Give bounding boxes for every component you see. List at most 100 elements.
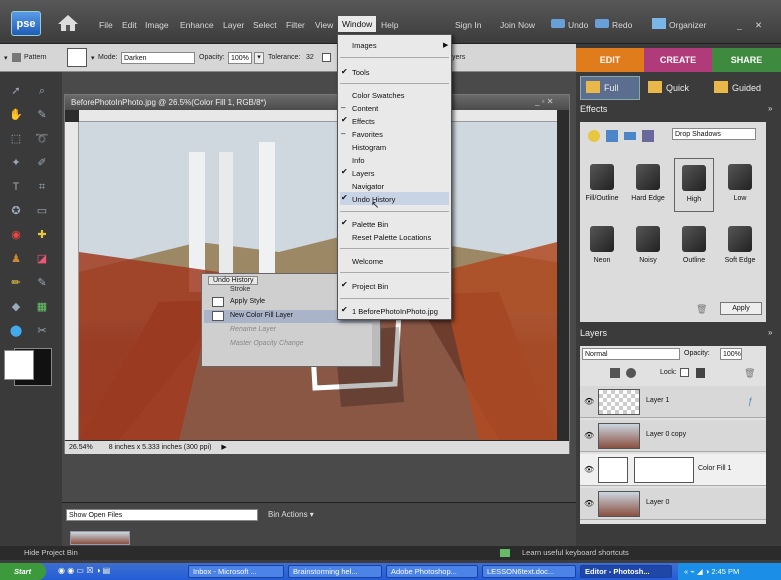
menu-layer[interactable]: Layer: [223, 20, 244, 30]
layer-row-selected[interactable]: 👁 Color Fill 1: [580, 454, 766, 486]
layer-name[interactable]: Layer 0: [646, 499, 669, 506]
task-brainstorming[interactable]: Brainstorming hel...: [288, 565, 382, 578]
redo-button[interactable]: Redo: [612, 20, 632, 30]
crop-tool-icon[interactable]: ⌗: [34, 180, 50, 194]
home-icon[interactable]: [57, 13, 79, 33]
status-arrow-icon[interactable]: ▶: [221, 444, 226, 451]
healing-brush-icon[interactable]: ✚: [34, 228, 50, 242]
redo-icon[interactable]: [595, 19, 609, 28]
history-row-apply-style[interactable]: Apply Style: [230, 298, 265, 305]
delete-layer-icon[interactable]: 🗑: [744, 368, 755, 379]
blend-mode-select[interactable]: Normal: [582, 348, 680, 360]
filters-icon[interactable]: [606, 130, 618, 142]
menu-filter[interactable]: Filter: [286, 20, 305, 30]
foreground-color-swatch[interactable]: [4, 350, 34, 380]
show-open-files-select[interactable]: Show Open Files: [66, 509, 258, 521]
doc-window-controls[interactable]: _ ▫ ✕: [535, 97, 553, 106]
menu-window[interactable]: Window: [338, 16, 376, 32]
eyedropper-icon[interactable]: ✎: [34, 108, 50, 122]
menu-images[interactable]: Images: [352, 41, 377, 50]
effects-header[interactable]: Effects: [580, 104, 607, 114]
close-button[interactable]: ✕: [755, 20, 762, 31]
effect-soft-edge[interactable]: Soft Edge: [720, 226, 760, 264]
layer-styles-icon[interactable]: [588, 130, 600, 142]
menu-palette-bin[interactable]: Palette Bin: [352, 220, 388, 229]
tolerance-value[interactable]: 32: [306, 54, 314, 61]
type-tool-icon[interactable]: T: [8, 180, 24, 194]
zoom-tool-icon[interactable]: ⌕: [34, 84, 50, 98]
menu-navigator[interactable]: Navigator: [352, 182, 384, 191]
quick-launch-icons[interactable]: ◉ ◉ ▭ ☒ ◑ ▤: [58, 566, 154, 577]
open-file-thumbnail[interactable]: [70, 531, 130, 545]
bin-actions-menu[interactable]: Bin Actions ▾: [268, 510, 314, 519]
menu-histogram[interactable]: Histogram: [352, 143, 386, 152]
eye-icon[interactable]: 👁: [584, 465, 594, 474]
history-row-master-opacity[interactable]: Master Opacity Change: [230, 340, 304, 347]
effect-neon[interactable]: Neon: [582, 226, 622, 264]
effect-high[interactable]: High: [674, 158, 714, 212]
menu-color-swatches[interactable]: Color Swatches: [352, 91, 405, 100]
history-row-stroke[interactable]: Stroke: [230, 286, 250, 293]
join-now-link[interactable]: Join Now: [500, 20, 535, 30]
effect-low[interactable]: Low: [720, 164, 760, 202]
undo-button[interactable]: Undo: [568, 20, 588, 30]
clone-stamp-icon[interactable]: ♟: [8, 252, 24, 266]
layer-name[interactable]: Layer 0 copy: [646, 431, 686, 438]
history-row-rename-layer[interactable]: Rename Layer: [230, 326, 276, 333]
menu-edit[interactable]: Edit: [122, 20, 137, 30]
tab-edit[interactable]: EDIT: [576, 48, 644, 72]
layers-header[interactable]: Layers: [580, 328, 607, 338]
photo-effects-icon[interactable]: [624, 132, 636, 140]
mode-select[interactable]: Darken: [121, 52, 195, 64]
move-tool-icon[interactable]: ➚: [8, 84, 24, 98]
effect-fill-outline[interactable]: Fill/Outline: [582, 164, 622, 202]
checkbox[interactable]: [322, 53, 331, 62]
apply-button[interactable]: Apply: [720, 302, 762, 315]
organizer-icon[interactable]: [652, 18, 666, 29]
opacity-field[interactable]: 100%: [228, 52, 252, 64]
gradient-tool-icon[interactable]: ▦: [34, 300, 50, 314]
document-title[interactable]: BeforePhotoInPhoto.jpg @ 26.5%(Color Fil…: [65, 95, 569, 110]
adjustment-layer-icon[interactable]: [626, 368, 636, 378]
organizer-button[interactable]: Organizer: [669, 20, 706, 30]
menu-image[interactable]: Image: [145, 20, 169, 30]
full-edit-button[interactable]: Full: [604, 78, 619, 98]
effect-noisy[interactable]: Noisy: [628, 226, 668, 264]
quick-fix-icon[interactable]: [648, 81, 662, 93]
guided-edit-icon[interactable]: [714, 81, 728, 93]
menu-select[interactable]: Select: [253, 20, 277, 30]
effects-more-icon[interactable]: »: [768, 104, 772, 113]
menu-layers[interactable]: Layers: [352, 169, 375, 178]
trash-icon[interactable]: 🗑: [696, 304, 707, 315]
cookie-cutter-icon[interactable]: ✪: [8, 204, 24, 218]
menu-favorites[interactable]: Favorites: [352, 130, 383, 139]
tab-create[interactable]: CREATE: [644, 48, 712, 72]
pattern-swatch[interactable]: [67, 48, 87, 67]
marquee-tool-icon[interactable]: ⬚: [8, 132, 24, 146]
eraser-tool-icon[interactable]: ◪: [34, 252, 50, 266]
quick-fix-button[interactable]: Quick: [666, 78, 689, 98]
task-adobe-photoshop[interactable]: Adobe Photoshop...: [386, 565, 478, 578]
all-effects-icon[interactable]: [642, 130, 654, 142]
eye-icon[interactable]: 👁: [584, 499, 594, 508]
pattern-dropdown-icon[interactable]: ▾: [91, 54, 95, 62]
layer-row[interactable]: 👁 Layer 0 copy: [580, 420, 766, 452]
hide-project-bin-button[interactable]: Hide Project Bin: [24, 546, 78, 560]
layer-name[interactable]: Layer 1: [646, 397, 669, 404]
effect-hard-edge[interactable]: Hard Edge: [628, 164, 668, 202]
task-editor-photoshop[interactable]: Editor - Photosh...: [580, 565, 672, 578]
tray-icons[interactable]: « ⌁ ◢ ◑: [684, 567, 711, 576]
menu-open-document[interactable]: 1 BeforePhotoInPhoto.jpg: [352, 307, 438, 316]
straighten-tool-icon[interactable]: ▭: [34, 204, 50, 218]
undo-history-title[interactable]: Undo History: [208, 276, 259, 285]
layer-row[interactable]: 👁 Layer 0: [580, 488, 766, 520]
menu-tools[interactable]: Tools: [352, 68, 370, 77]
lock-icon[interactable]: [696, 368, 705, 378]
menu-reset-palette-locations[interactable]: Reset Palette Locations: [352, 233, 431, 242]
eye-icon[interactable]: 👁: [584, 431, 594, 440]
menu-file[interactable]: File: [99, 20, 113, 30]
menu-welcome[interactable]: Welcome: [352, 257, 383, 266]
new-layer-icon[interactable]: [610, 368, 620, 378]
layers-more-icon[interactable]: »: [768, 328, 772, 337]
hand-tool-icon[interactable]: ✋: [8, 108, 24, 122]
